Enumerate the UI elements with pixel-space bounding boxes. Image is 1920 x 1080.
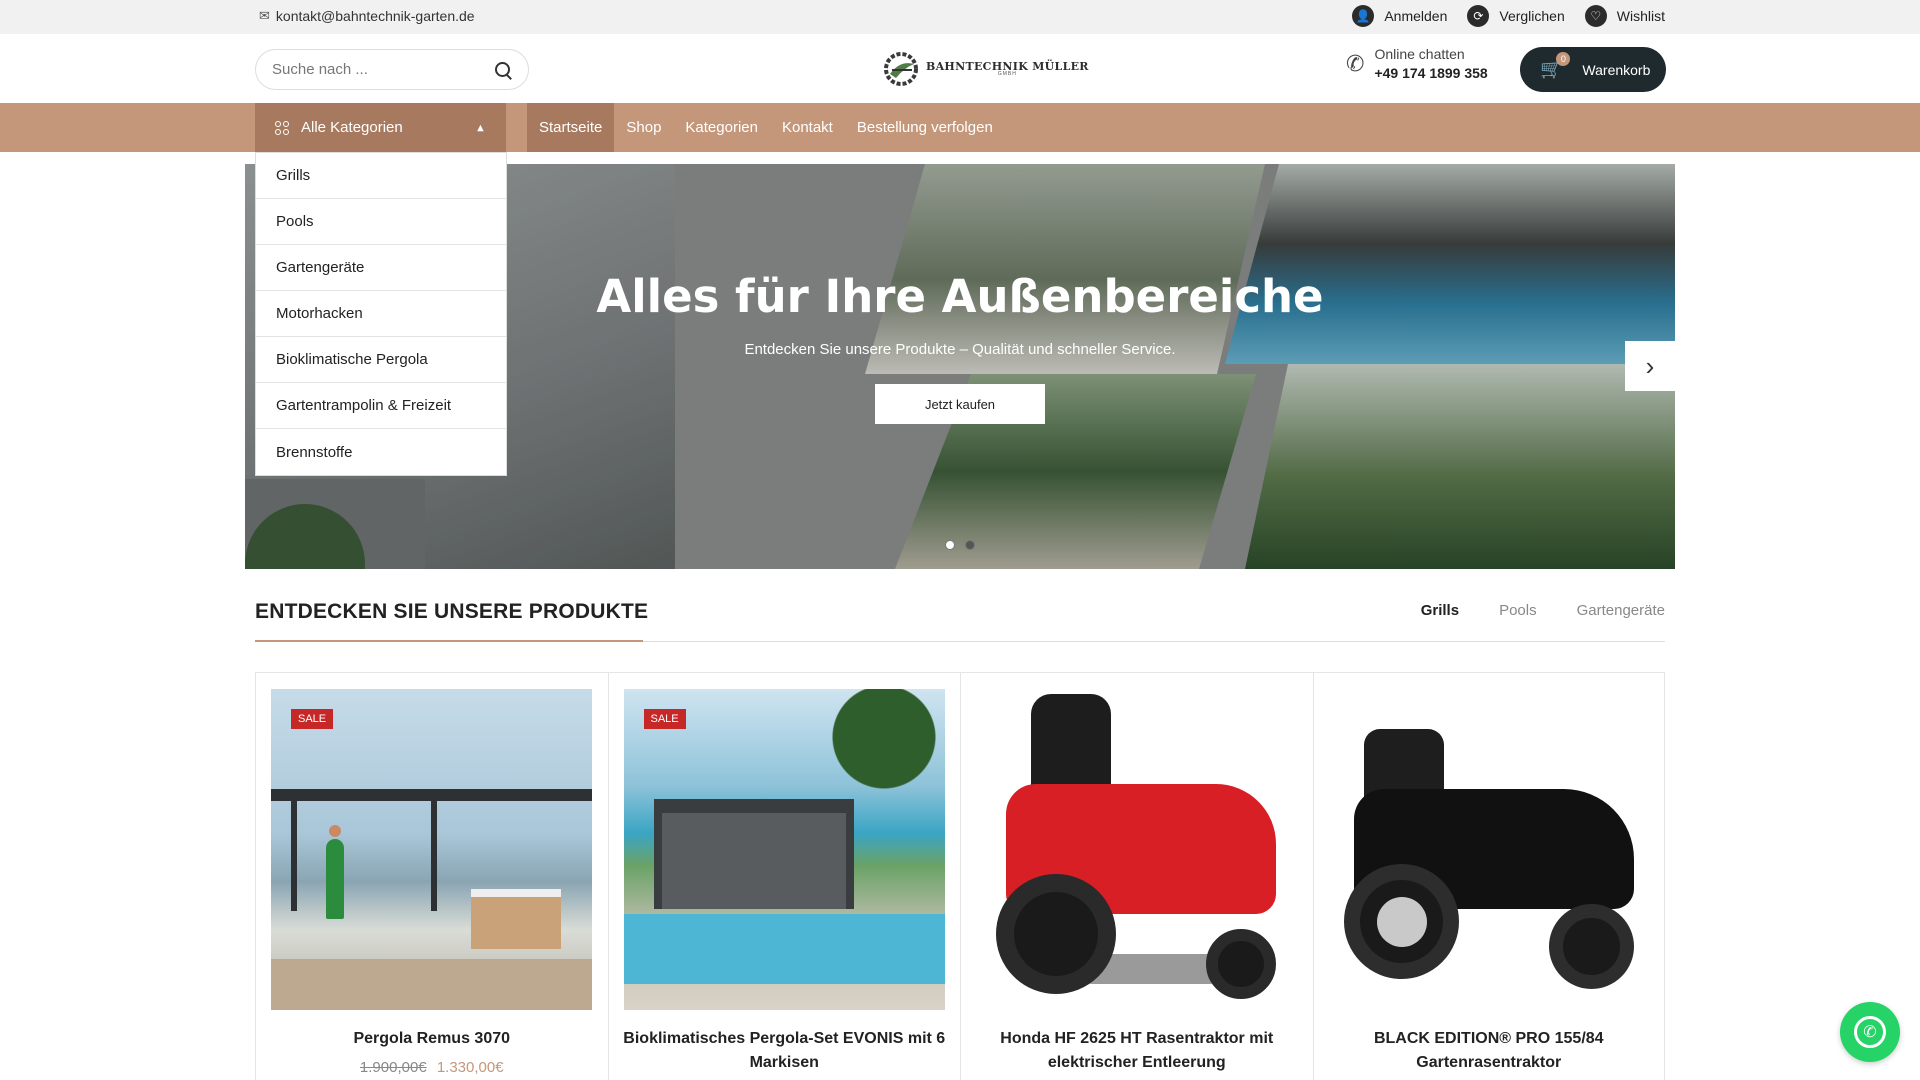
chat-lines: Online chatten +49 174 1899 358 <box>1374 46 1487 81</box>
logo-mark-icon <box>884 52 918 86</box>
product-name[interactable]: Bioklimatisches Pergola-Set EVONIS mit 6… <box>609 1027 961 1075</box>
product-card[interactable]: BLACK EDITION® PRO 155/84 Gartenrasentra… <box>1312 672 1665 1080</box>
nav-link-bestellung-verfolgen[interactable]: Bestellung verfolgen <box>845 103 1005 152</box>
slider-dot[interactable] <box>945 540 955 550</box>
product-card[interactable]: SALE Pergola Remus 3070 1.900,00€ 1.330,… <box>255 672 608 1080</box>
mail-icon: ✉ <box>259 8 270 23</box>
search-input[interactable] <box>272 61 494 78</box>
slider-dots <box>945 540 975 550</box>
nav-link-kontakt[interactable]: Kontakt <box>770 103 845 152</box>
product-card[interactable]: Honda HF 2625 HT Rasentraktor mit elektr… <box>960 672 1313 1080</box>
sale-badge: SALE <box>643 709 686 729</box>
nav-link-shop[interactable]: Shop <box>614 103 673 152</box>
slider-dot[interactable] <box>965 540 975 550</box>
account-links: 👤 Anmelden ⟳ Verglichen ♡ Wishlist <box>1352 5 1665 27</box>
site-header: BAHNTECHNIK MÜLLER GMBH ✆ Online chatten… <box>0 34 1920 103</box>
phone-icon: ✆ <box>1346 50 1365 76</box>
category-item-brennstoffe[interactable]: Brennstoffe <box>256 429 506 475</box>
category-item-gartentrampolin[interactable]: Gartentrampolin & Freizeit <box>256 383 506 429</box>
shop-now-button[interactable]: Jetzt kaufen <box>875 384 1045 424</box>
product-price: 1.900,00€ 1.330,00€ <box>256 1059 608 1076</box>
contact-email[interactable]: ✉ kontakt@bahntechnik-garten.de <box>259 8 475 24</box>
section-title: ENTDECKEN SIE UNSERE PRODUKTE <box>255 600 649 623</box>
search-box <box>255 49 529 90</box>
logo-sub: GMBH <box>997 71 1017 77</box>
cart-label: Warenkorb <box>1582 61 1651 78</box>
logo-text: BAHNTECHNIK MÜLLER GMBH <box>926 61 1089 77</box>
whatsapp-icon: ✆ <box>1854 1016 1886 1048</box>
main-navigation: Alle Kategorien ▼ Startseite Shop Katego… <box>0 103 1920 152</box>
grid-icon <box>275 120 289 135</box>
search-icon[interactable] <box>494 61 512 79</box>
product-image[interactable] <box>1328 689 1650 1010</box>
site-logo[interactable]: BAHNTECHNIK MÜLLER GMBH <box>882 50 1089 88</box>
nav-links: Startseite Shop Kategorien Kontakt Beste… <box>527 103 1005 152</box>
product-image[interactable] <box>976 689 1297 1010</box>
product-grid: SALE Pergola Remus 3070 1.900,00€ 1.330,… <box>255 672 1665 1080</box>
category-item-pools[interactable]: Pools <box>256 199 506 245</box>
product-image[interactable] <box>271 689 592 1010</box>
tab-gartengeraete[interactable]: Gartengeräte <box>1577 602 1665 619</box>
top-bar: ✉ kontakt@bahntechnik-garten.de 👤 Anmeld… <box>0 0 1920 34</box>
login-label: Anmelden <box>1384 8 1448 24</box>
product-name[interactable]: BLACK EDITION® PRO 155/84 Gartenrasentra… <box>1314 1027 1665 1075</box>
chat-contact[interactable]: ✆ Online chatten +49 174 1899 358 <box>1346 46 1488 81</box>
product-tabs: Grills Pools Gartengeräte <box>1421 602 1665 619</box>
heart-icon: ♡ <box>1584 5 1607 27</box>
category-item-motorhacken[interactable]: Motorhacken <box>256 291 506 337</box>
category-item-bioklimatische-pergola[interactable]: Bioklimatische Pergola <box>256 337 506 383</box>
slider-next-button[interactable]: › <box>1625 341 1675 391</box>
all-categories-label: Alle Kategorien <box>301 119 403 136</box>
product-name[interactable]: Honda HF 2625 HT Rasentraktor mit elektr… <box>961 1027 1313 1075</box>
nav-link-kategorien[interactable]: Kategorien <box>673 103 770 152</box>
sale-badge: SALE <box>291 709 334 729</box>
categories-dropdown: Grills Pools Gartengeräte Motorhacken Bi… <box>255 152 507 476</box>
user-icon: 👤 <box>1352 5 1375 27</box>
product-card[interactable]: SALE Bioklimatisches Pergola-Set EVONIS … <box>607 672 961 1080</box>
cart-count-badge: 0 <box>1556 52 1571 66</box>
chat-label: Online chatten <box>1374 46 1465 62</box>
chevron-right-icon: › <box>1645 350 1655 381</box>
tab-grills[interactable]: Grills <box>1421 602 1459 619</box>
whatsapp-button[interactable]: ✆ <box>1840 1002 1900 1062</box>
product-name[interactable]: Pergola Remus 3070 <box>256 1027 608 1051</box>
chevron-up-icon: ▼ <box>475 121 486 134</box>
compare-icon: ⟳ <box>1467 5 1490 27</box>
compare-link[interactable]: ⟳ Verglichen <box>1467 5 1565 27</box>
category-item-grills[interactable]: Grills <box>256 153 506 199</box>
price-new: 1.330,00€ <box>436 1059 504 1076</box>
contact-email-text: kontakt@bahntechnik-garten.de <box>275 8 475 24</box>
price-old: 1.900,00€ <box>359 1059 427 1076</box>
phone-number: +49 174 1899 358 <box>1374 65 1488 81</box>
login-link[interactable]: 👤 Anmelden <box>1352 5 1447 27</box>
cart-button[interactable]: 🛒 0 Warenkorb <box>1520 47 1666 92</box>
category-item-gartengeraete[interactable]: Gartengeräte <box>256 245 506 291</box>
section-divider-accent <box>255 640 643 642</box>
wishlist-label: Wishlist <box>1616 8 1665 24</box>
wishlist-link[interactable]: ♡ Wishlist <box>1584 5 1665 27</box>
compare-label: Verglichen <box>1499 8 1565 24</box>
nav-link-startseite[interactable]: Startseite <box>527 103 615 152</box>
tab-pools[interactable]: Pools <box>1499 602 1537 619</box>
product-image[interactable] <box>623 689 945 1010</box>
all-categories-button[interactable]: Alle Kategorien ▼ <box>255 103 506 152</box>
cart-icon: 🛒 0 <box>1540 52 1571 80</box>
